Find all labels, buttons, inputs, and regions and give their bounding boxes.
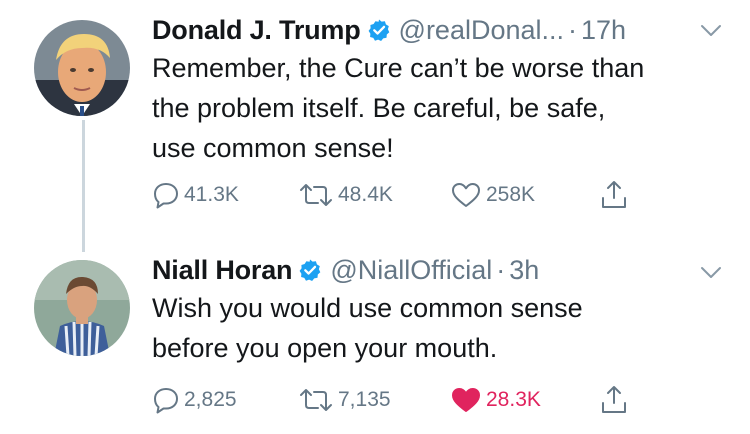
share-icon — [602, 386, 626, 413]
timestamp[interactable]: 17h — [581, 15, 626, 46]
share-icon — [602, 181, 626, 208]
verified-badge-icon — [299, 259, 321, 281]
tweet-actions: 2,825 7,135 28.3K — [152, 380, 652, 420]
handle[interactable]: @realDonal... — [399, 15, 564, 46]
tweet-header: Donald J. Trump @realDonal... · 17h — [152, 10, 730, 50]
tweet[interactable]: Niall Horan @NiallOfficial · 3h Wish you… — [0, 250, 750, 434]
like-button[interactable]: 28.3K — [450, 380, 541, 420]
reply-icon — [154, 183, 178, 209]
separator: · — [568, 14, 578, 45]
heart-outline-icon — [452, 183, 480, 207]
reply-button[interactable]: 41.3K — [152, 175, 239, 215]
retweet-button[interactable]: 48.4K — [298, 175, 393, 215]
tweet[interactable]: Donald J. Trump @realDonal... · 17h Reme… — [0, 0, 750, 250]
tweet-header: Niall Horan @NiallOfficial · 3h — [152, 250, 730, 290]
tweet-text-line: Remember, the Cure can’t be worse than — [152, 53, 645, 83]
heart-filled-icon — [452, 388, 480, 412]
like-count: 258K — [486, 183, 536, 206]
retweet-count: 7,135 — [338, 388, 391, 411]
like-button[interactable]: 258K — [450, 175, 535, 215]
retweet-icon — [300, 184, 332, 206]
retweet-count: 48.4K — [338, 183, 393, 206]
tweet-actions: 41.3K 48.4K 258K — [152, 175, 652, 215]
share-button[interactable] — [598, 380, 630, 420]
reply-count: 2,825 — [184, 388, 237, 411]
avatar[interactable] — [34, 260, 130, 356]
tweet-text-line: use common sense! — [152, 133, 394, 163]
chevron-down-icon[interactable] — [700, 24, 722, 38]
tweet-text-line: Wish you would use common sense — [152, 293, 583, 323]
retweet-icon — [300, 389, 332, 411]
reply-button[interactable]: 2,825 — [152, 380, 237, 420]
display-name[interactable]: Niall Horan — [152, 255, 293, 286]
like-count: 28.3K — [486, 388, 541, 411]
avatar[interactable] — [34, 20, 130, 116]
reply-icon — [154, 388, 178, 414]
tweet-text-line: the problem itself. Be careful, be safe, — [152, 93, 606, 123]
retweet-button[interactable]: 7,135 — [298, 380, 391, 420]
chevron-down-icon[interactable] — [700, 266, 722, 280]
person-avatar-icon — [34, 20, 130, 116]
separator: · — [496, 254, 506, 285]
tweet-text: Wish you would use common sense before y… — [152, 288, 730, 368]
timestamp[interactable]: 3h — [509, 255, 539, 286]
tweet-text: Remember, the Cure can’t be worse than t… — [152, 48, 730, 168]
display-name[interactable]: Donald J. Trump — [152, 15, 361, 46]
tweet-text-line: before you open your mouth. — [152, 333, 498, 363]
reply-count: 41.3K — [184, 183, 239, 206]
verified-badge-icon — [368, 19, 389, 41]
share-button[interactable] — [598, 175, 630, 215]
person-avatar-icon — [34, 260, 130, 356]
handle[interactable]: @NiallOfficial — [330, 255, 492, 286]
